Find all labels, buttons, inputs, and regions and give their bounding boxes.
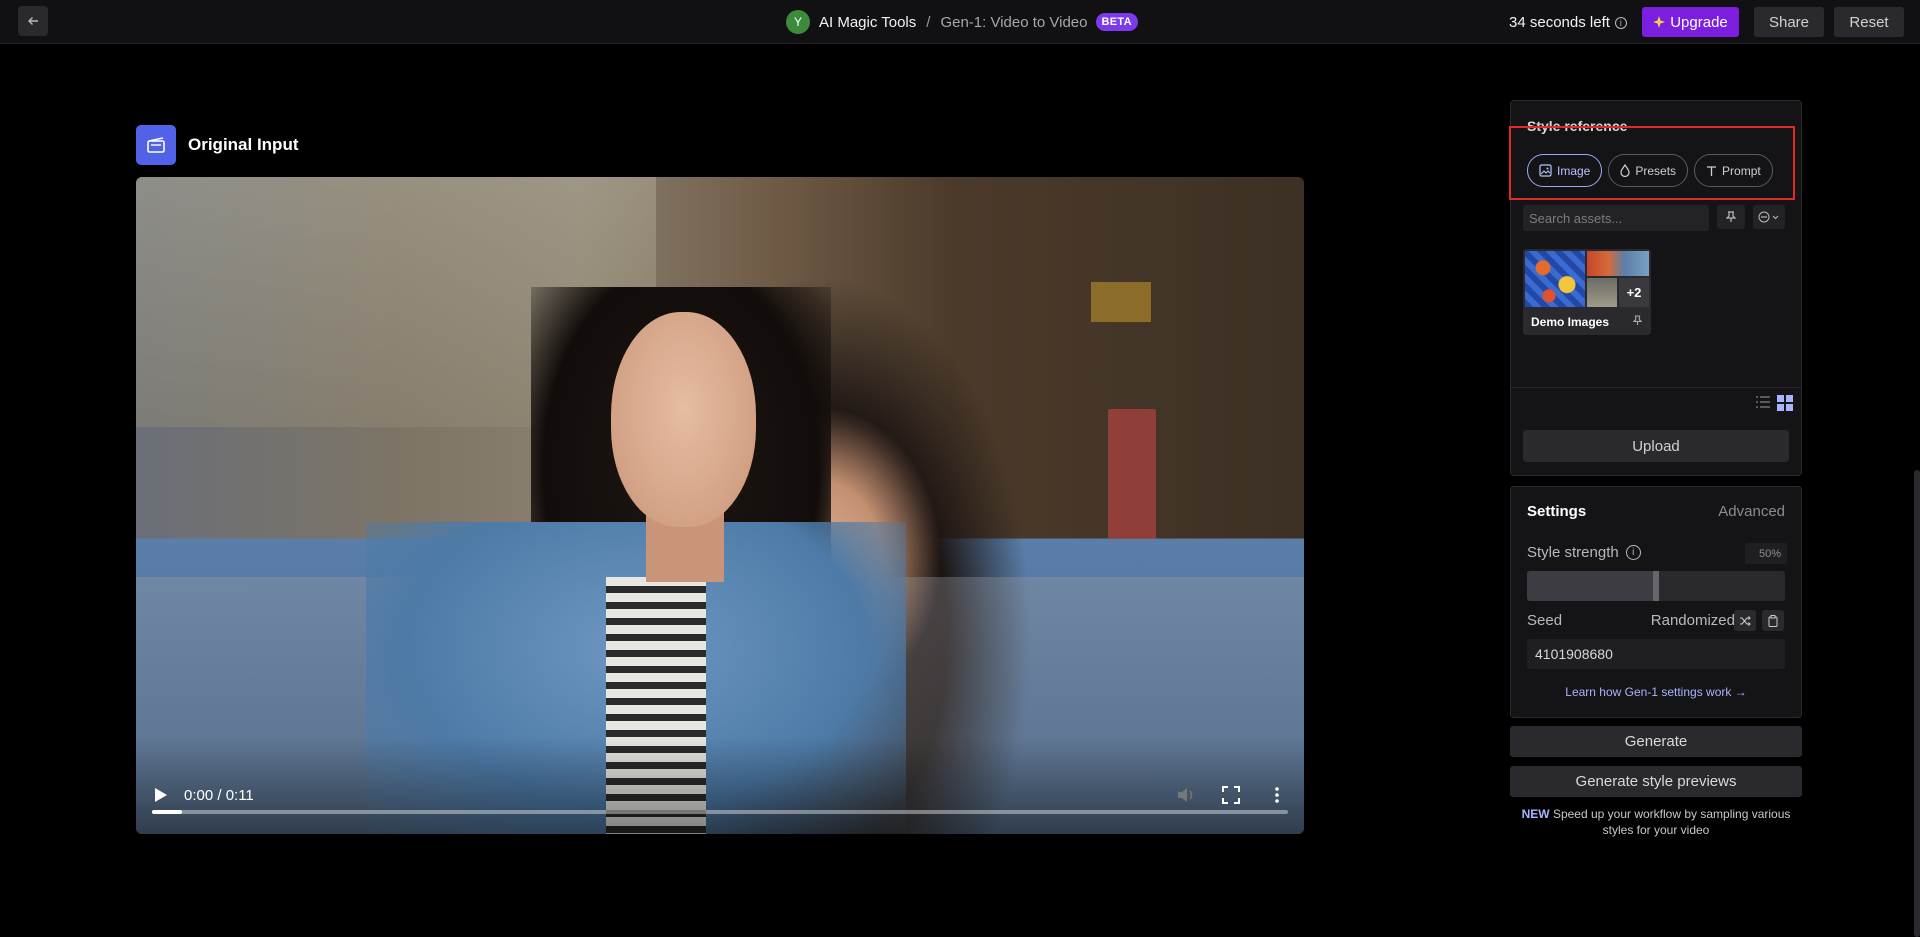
breadcrumb-app[interactable]: AI Magic Tools: [819, 14, 916, 31]
info-icon[interactable]: i: [1614, 16, 1627, 29]
volume-icon[interactable]: [1176, 786, 1196, 804]
new-feature-note: NEW Speed up your workflow by sampling v…: [1506, 806, 1806, 838]
breadcrumb-separator: /: [926, 13, 931, 31]
image-icon: [1539, 164, 1552, 177]
video-progress-bar[interactable]: [152, 810, 1288, 814]
back-button[interactable]: [18, 6, 48, 36]
folder-thumbnail: [1525, 251, 1585, 307]
style-strength-label: Style strength i: [1527, 544, 1641, 561]
style-reference-panel: Style reference Image Presets Prompt +2 …: [1510, 100, 1802, 476]
clipboard-icon: [1768, 614, 1778, 627]
arrow-right-icon: →: [1734, 685, 1747, 699]
new-feature-text: Speed up your workflow by sampling vario…: [1552, 807, 1791, 837]
avatar[interactable]: Y: [786, 10, 810, 34]
demo-images-folder[interactable]: +2 Demo Images: [1523, 249, 1651, 335]
folder-thumbnail: [1587, 278, 1617, 307]
tab-image-label: Image: [1557, 163, 1591, 178]
style-strength-slider[interactable]: [1527, 571, 1785, 601]
settings-title: Settings: [1527, 503, 1587, 520]
video-icon: [136, 125, 176, 165]
seed-input[interactable]: [1527, 639, 1785, 669]
original-input-title: Original Input: [188, 135, 299, 154]
beta-badge: BETA: [1095, 13, 1138, 31]
arrow-left-icon: [28, 17, 38, 25]
video-player[interactable]: [136, 177, 1304, 834]
folder-extra-count: +2: [1619, 278, 1649, 307]
generate-button[interactable]: Generate: [1510, 726, 1802, 757]
folder-name: Demo Images: [1531, 315, 1610, 329]
more-vertical-icon[interactable]: [1272, 786, 1282, 804]
page-scrollbar[interactable]: [1914, 470, 1920, 937]
pin-icon[interactable]: [1633, 315, 1642, 326]
video-controls: 0:00 / 0:11: [136, 770, 1304, 834]
tab-presets[interactable]: Presets: [1608, 154, 1689, 187]
tab-prompt-label: Prompt: [1722, 163, 1761, 178]
tab-image[interactable]: Image: [1527, 154, 1603, 187]
share-button[interactable]: Share: [1754, 7, 1824, 37]
tab-presets-label: Presets: [1635, 163, 1677, 178]
options-dropdown-button[interactable]: [1753, 205, 1785, 229]
style-strength-fill: [1527, 571, 1656, 601]
upgrade-label: Upgrade: [1670, 13, 1728, 31]
grid-view-icon[interactable]: [1777, 395, 1793, 411]
divider: [1511, 387, 1801, 388]
search-assets-input[interactable]: [1523, 205, 1709, 231]
style-strength-value[interactable]: 50%: [1745, 543, 1787, 564]
pin-filter-button[interactable]: [1717, 205, 1745, 229]
sparkle-icon: [1653, 16, 1666, 28]
reset-button[interactable]: Reset: [1834, 7, 1904, 37]
more-horizontal-icon: [1758, 211, 1779, 223]
fullscreen-icon[interactable]: [1222, 786, 1240, 804]
generate-style-previews-button[interactable]: Generate style previews: [1510, 766, 1802, 797]
play-icon[interactable]: [154, 787, 168, 803]
style-strength-handle[interactable]: [1653, 571, 1659, 601]
learn-settings-link[interactable]: Learn how Gen-1 settings work →: [1511, 685, 1801, 699]
seed-mode: Randomized: [1650, 612, 1735, 629]
style-reference-title: Style reference: [1527, 118, 1628, 134]
list-view-icon[interactable]: [1755, 395, 1771, 409]
style-strength-text: Style strength: [1527, 544, 1619, 561]
settings-panel: Settings Advanced Style strength i 50% S…: [1510, 486, 1802, 718]
shuffle-seed-button[interactable]: [1734, 610, 1756, 631]
pin-icon: [1726, 211, 1736, 222]
breadcrumb-page: Gen-1: Video to Video: [940, 13, 1088, 31]
upload-button[interactable]: Upload: [1523, 430, 1789, 462]
text-icon: [1707, 165, 1717, 176]
time-remaining: 34 seconds left i: [1509, 14, 1627, 31]
top-bar: Y AI Magic Tools / Gen-1: Video to Video…: [0, 0, 1920, 44]
style-reference-tabs: Image Presets Prompt: [1527, 154, 1773, 187]
video-frame-sign: [1091, 282, 1151, 322]
drop-icon: [1620, 164, 1630, 177]
shuffle-icon: [1740, 615, 1751, 626]
folder-thumbnail: [1587, 251, 1649, 276]
time-remaining-text: 34 seconds left: [1509, 14, 1610, 31]
seed-label: Seed: [1527, 612, 1563, 629]
copy-seed-button[interactable]: [1762, 610, 1784, 631]
original-input-header: Original Input: [136, 125, 299, 165]
breadcrumb: Y AI Magic Tools / Gen-1: Video to Video…: [786, 10, 1138, 34]
video-progress-fill: [152, 810, 182, 814]
video-frame-face: [611, 312, 756, 527]
new-badge: NEW: [1521, 807, 1550, 821]
video-time: 0:00 / 0:11: [184, 787, 254, 804]
tab-prompt[interactable]: Prompt: [1694, 154, 1773, 187]
advanced-link[interactable]: Advanced: [1718, 503, 1785, 520]
upgrade-button[interactable]: Upgrade: [1642, 7, 1739, 37]
learn-settings-text: Learn how Gen-1 settings work: [1565, 685, 1732, 699]
info-icon[interactable]: i: [1625, 545, 1641, 560]
video-frame-banner: [1108, 409, 1156, 539]
